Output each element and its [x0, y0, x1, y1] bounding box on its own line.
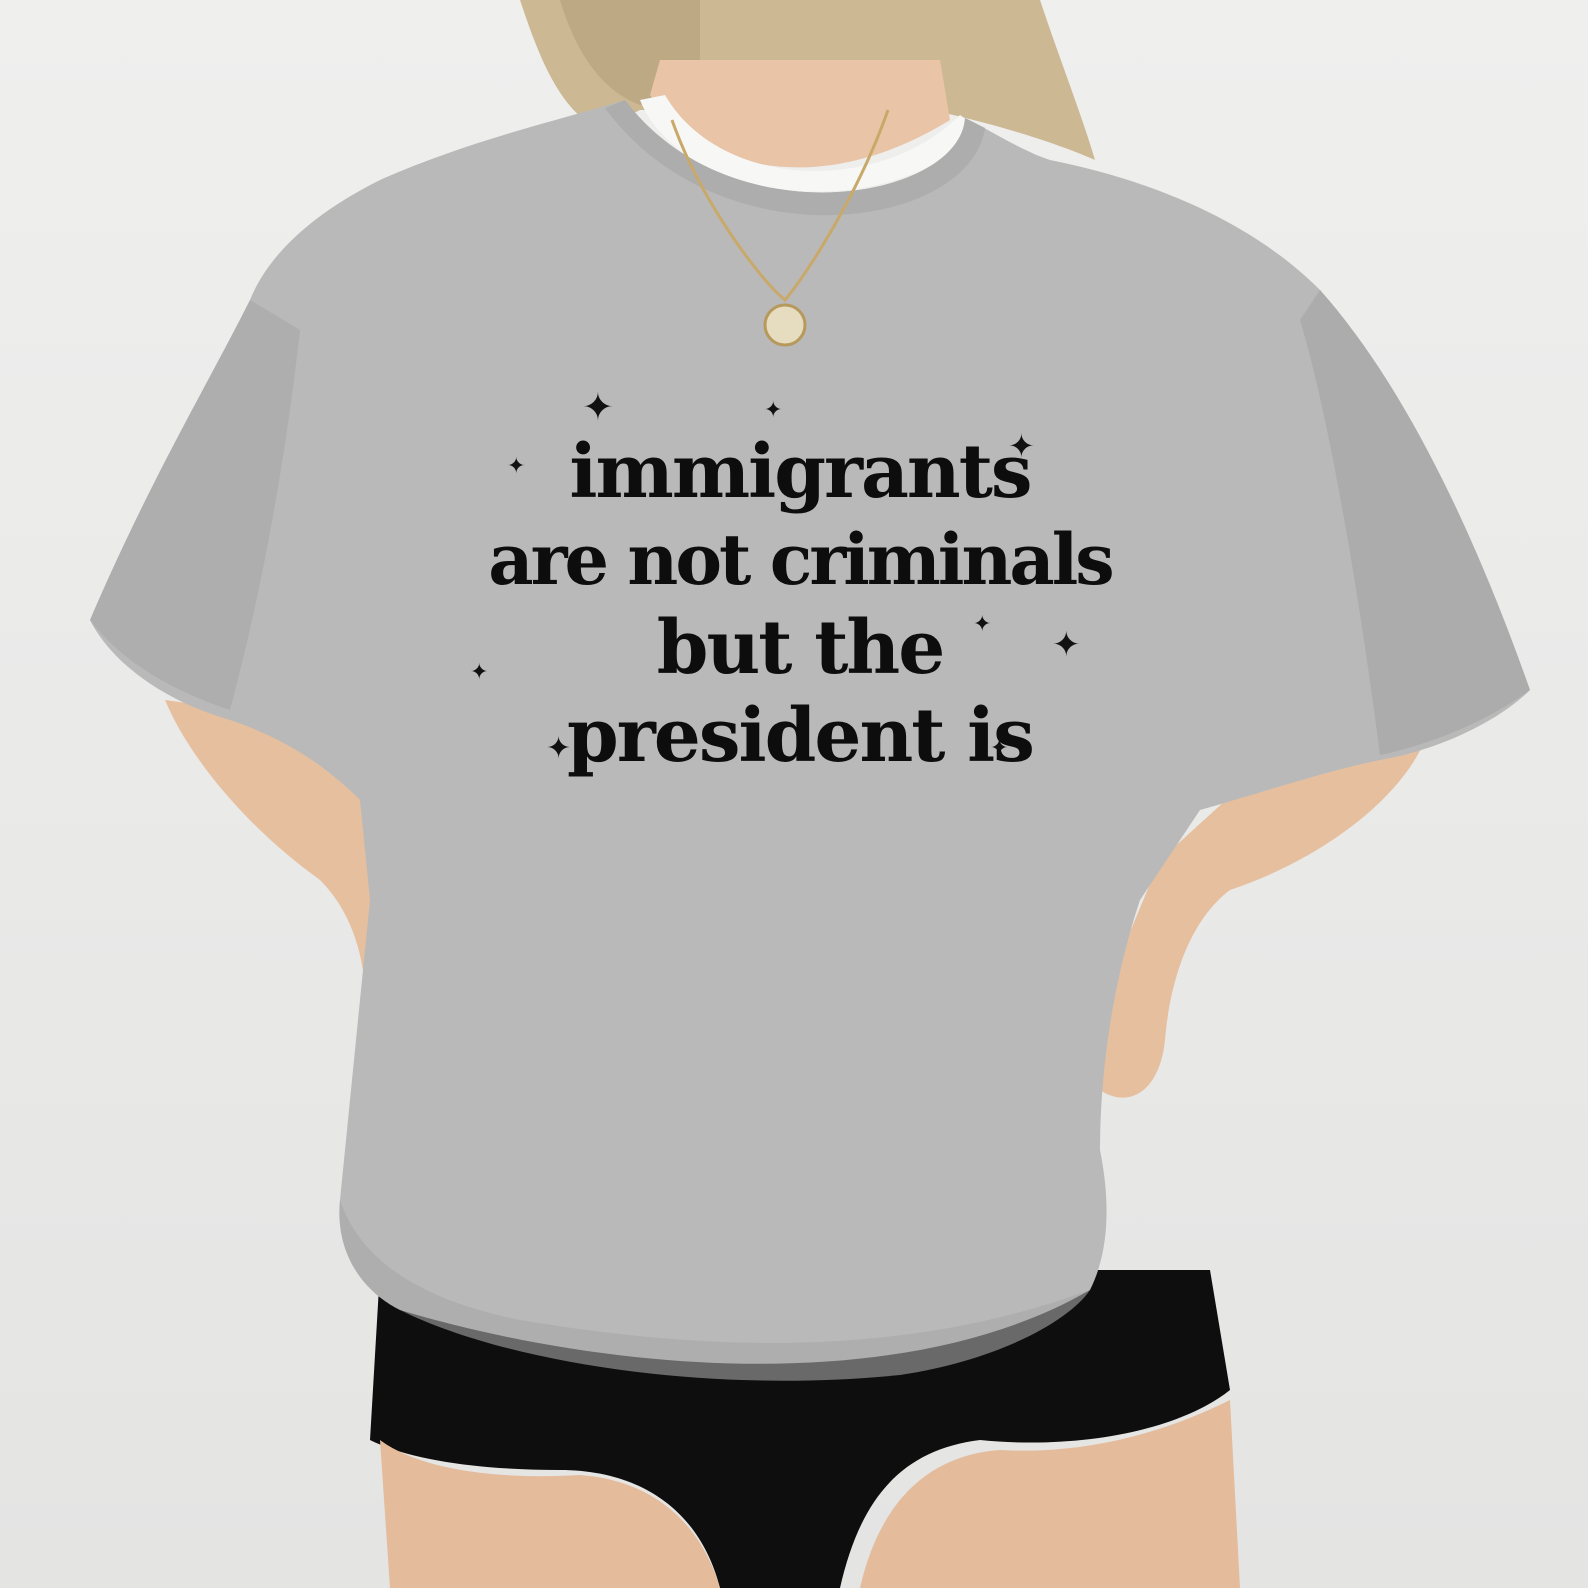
- product-photo: ✦ ✦ ✦ ✦ ✦ ✦ ✦ ✦ ✦ immigrants are not cri…: [0, 0, 1588, 1588]
- slogan-line-3: but the: [656, 605, 946, 691]
- slogan-line-1: immigrants: [569, 429, 1032, 515]
- sparkle-icon: ✦: [582, 385, 614, 429]
- slogan-line-2: are not criminals: [488, 518, 1114, 601]
- slogan-line-4: president is: [567, 693, 1035, 779]
- model-figure: [90, 0, 1530, 1588]
- necklace-pendant: [763, 303, 807, 347]
- shirt-print-slogan: immigrants are not criminals but the pre…: [460, 428, 1140, 780]
- sparkle-icon: ✦: [764, 398, 783, 423]
